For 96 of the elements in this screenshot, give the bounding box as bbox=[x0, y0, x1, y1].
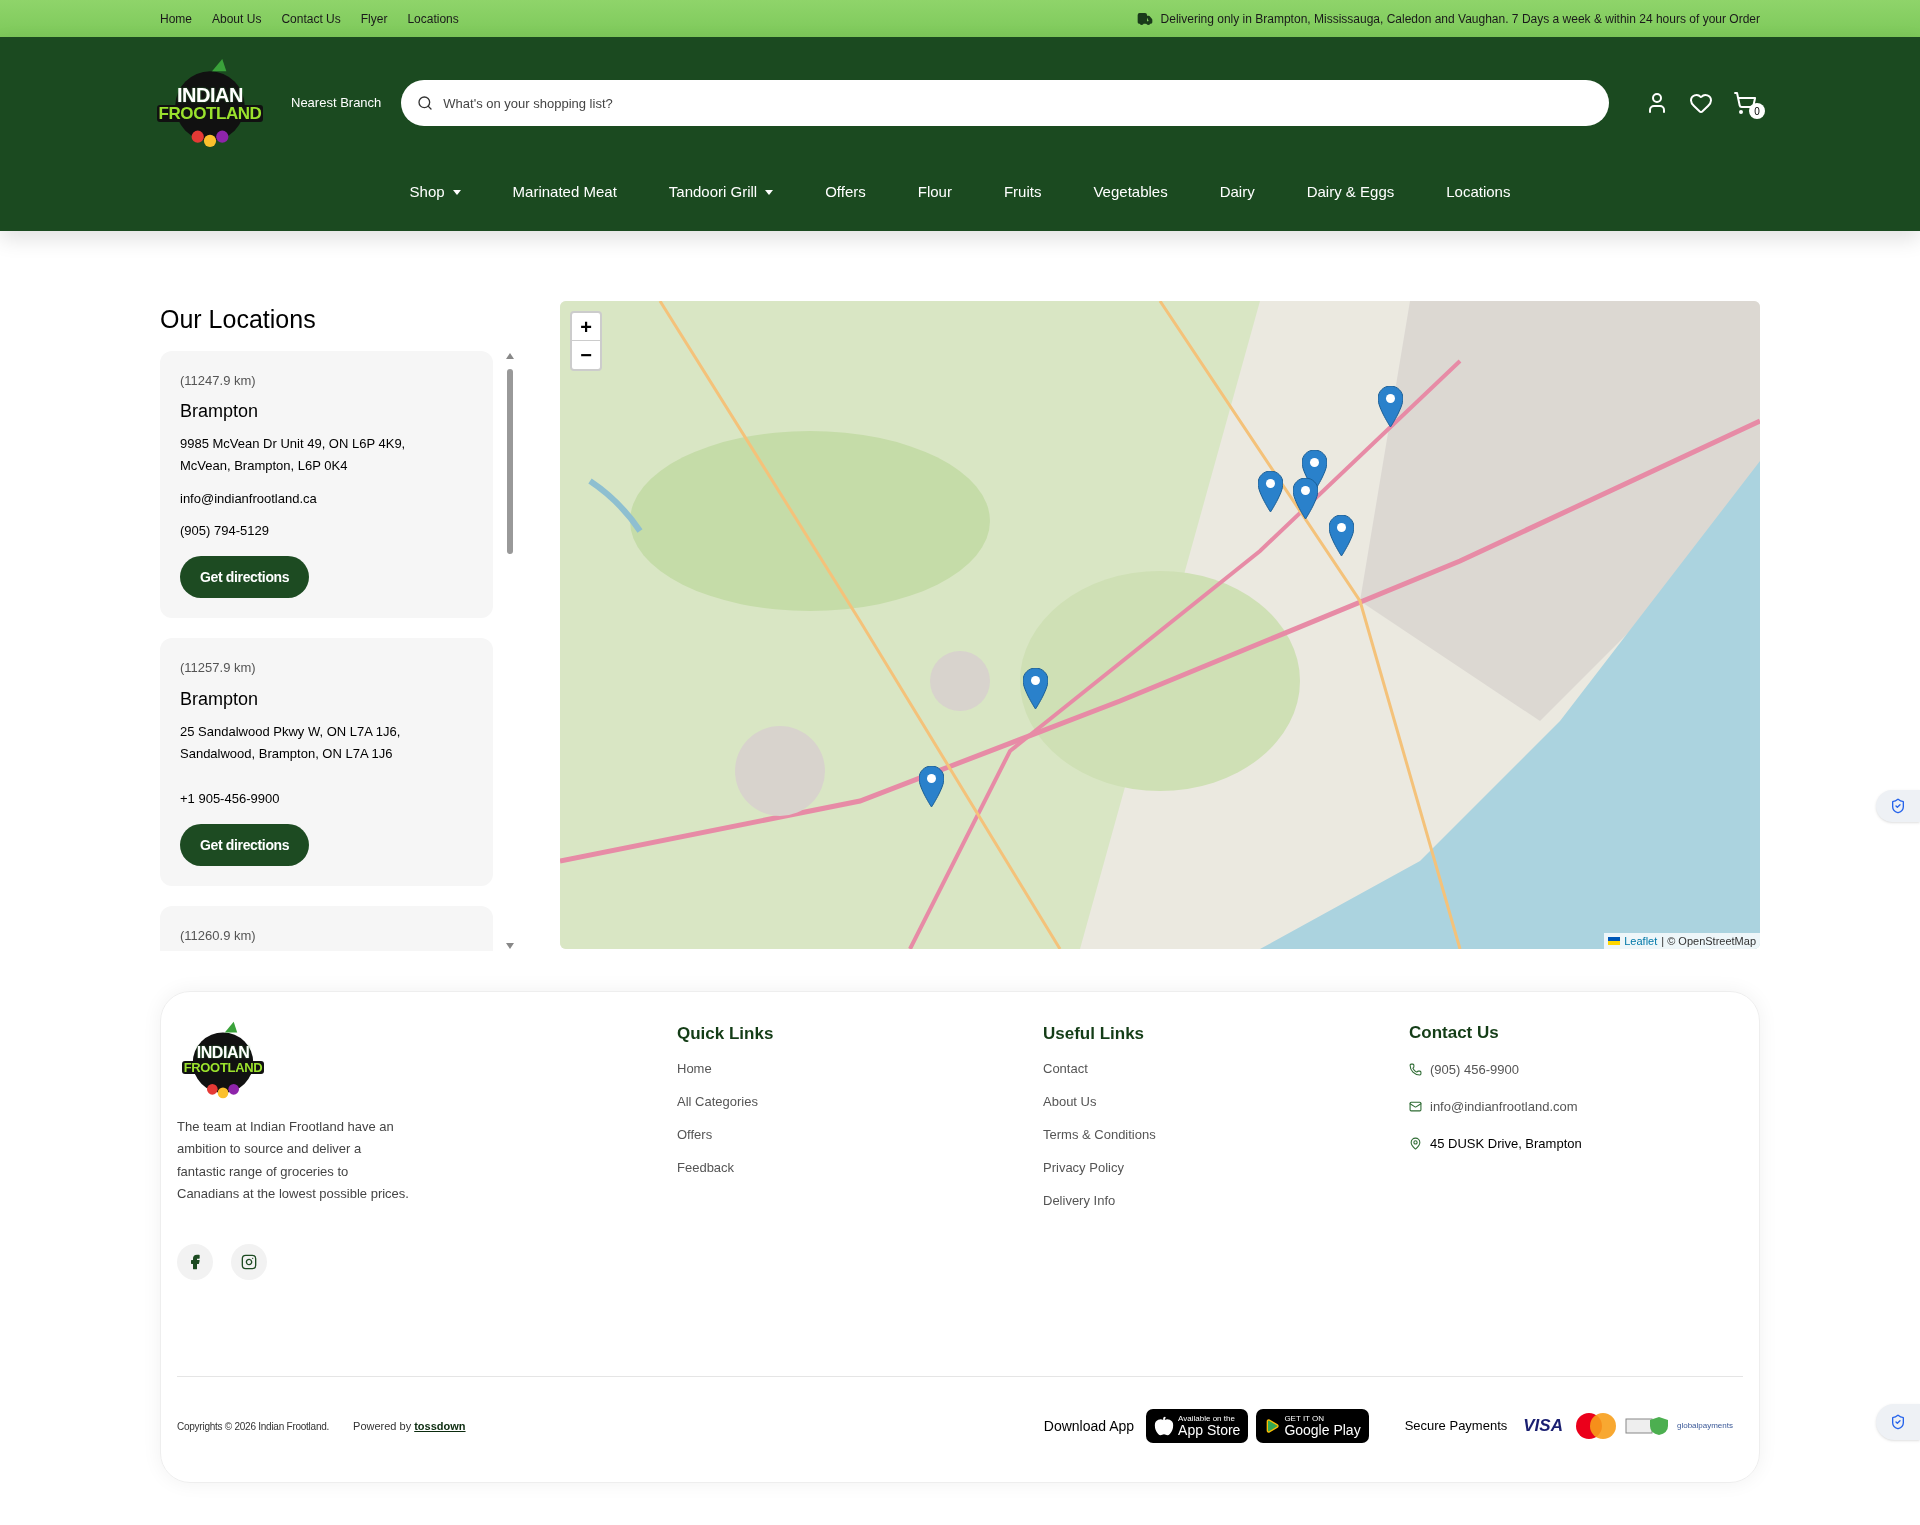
map-marker-icon[interactable] bbox=[1329, 515, 1354, 556]
shield-icon bbox=[1890, 798, 1906, 814]
delivery-notice: Delivering only in Brampton, Mississauga, Caledon and Vaughan. 7 Days a week & within 24 hours of your Order bbox=[1160, 10, 1760, 28]
top-bar-link[interactable]: Contact Us bbox=[281, 9, 341, 28]
nav-item[interactable]: Dairy & Eggs bbox=[1306, 181, 1395, 204]
nav-item[interactable]: Marinated Meat bbox=[512, 181, 617, 204]
contact-text: info@indianfrootland.com bbox=[1430, 1097, 1578, 1116]
map[interactable]: + − Leaflet | © OpenStreetMap bbox=[560, 301, 1760, 949]
shield-button[interactable] bbox=[1876, 790, 1920, 822]
footer-column-title: Contact Us bbox=[1409, 1021, 1500, 1044]
contact-text: 45 DUSK Drive, Brampton bbox=[1430, 1134, 1582, 1153]
nav-item[interactable]: Dairy bbox=[1219, 181, 1255, 204]
contact-text: (905) 456-9900 bbox=[1430, 1060, 1519, 1079]
footer-link[interactable]: Feedback bbox=[677, 1151, 1043, 1184]
footer-link[interactable]: Delivery Info bbox=[1043, 1184, 1409, 1217]
mastercard-icon bbox=[1574, 1412, 1617, 1440]
tossdown-link[interactable]: tossdown bbox=[414, 1419, 466, 1432]
shield-button[interactable] bbox=[1876, 1404, 1920, 1440]
mail-icon bbox=[1409, 1100, 1422, 1113]
map-marker-icon[interactable] bbox=[1023, 668, 1048, 709]
distance-text: (11257.9 km) bbox=[180, 659, 257, 677]
section-title: Our Locations bbox=[160, 304, 317, 335]
download-app-label: Download App bbox=[1043, 1416, 1135, 1436]
location-phone: (905) 794-5129 bbox=[180, 521, 270, 540]
zoom-out-button[interactable]: − bbox=[572, 341, 600, 369]
top-bar-link[interactable]: Locations bbox=[407, 9, 459, 28]
google-play-badge[interactable]: GET IT ON Google Play bbox=[1256, 1409, 1369, 1443]
facebook-button[interactable] bbox=[177, 1243, 213, 1280]
nav-item[interactable]: Locations bbox=[1446, 181, 1511, 204]
nav-item[interactable]: Shop bbox=[409, 181, 461, 204]
footer-column-title: Quick Links bbox=[677, 1022, 775, 1045]
logo[interactable]: INDIAN FROOTLAND bbox=[157, 57, 263, 149]
visa-logo: VISA bbox=[1523, 1415, 1563, 1438]
footer-link[interactable]: Offers bbox=[677, 1118, 1043, 1151]
nearest-branch-link[interactable]: Nearest Branch bbox=[291, 93, 382, 113]
top-bar-link[interactable]: Flyer bbox=[360, 9, 388, 28]
map-marker-icon[interactable] bbox=[1378, 386, 1403, 427]
shield-icon bbox=[1890, 1414, 1906, 1430]
copyright-text: Copyrights © 2026 Indian Frootland. bbox=[177, 1419, 330, 1434]
nav-item[interactable]: Offers bbox=[825, 181, 866, 204]
footer-link[interactable]: Privacy Policy bbox=[1043, 1151, 1409, 1184]
footer-link[interactable]: About Us bbox=[1043, 1085, 1409, 1118]
footer-link[interactable]: Contact bbox=[1043, 1052, 1409, 1085]
footer-column-title: Useful Links bbox=[1043, 1022, 1146, 1045]
phone-icon bbox=[1409, 1063, 1422, 1076]
security-badge-icon bbox=[1624, 1416, 1669, 1436]
badge-small-text: Available on the bbox=[1178, 1415, 1236, 1423]
location-address: 9985 McVean Dr Unit 49, ON L6P 4K9, McVean, Brampton, L6P 0K4 bbox=[180, 435, 407, 475]
get-directions-button[interactable]: Get directions bbox=[180, 556, 310, 598]
distance-text: (11260.9 km) bbox=[180, 927, 257, 945]
search-field[interactable]: What's on your shopping list? bbox=[401, 80, 1609, 126]
play-icon bbox=[1264, 1418, 1281, 1434]
distance-text: (11247.9 km) bbox=[180, 371, 257, 390]
badge-big-text: App Store bbox=[1178, 1423, 1241, 1437]
logo-text: INDIAN bbox=[177, 84, 243, 105]
location-name: Brampton bbox=[180, 400, 260, 423]
logo-text: FROOTLAND bbox=[181, 1061, 265, 1074]
app-store-badge[interactable]: Available on the App Store bbox=[1146, 1409, 1249, 1443]
secure-payments-label: Secure Payments bbox=[1404, 1417, 1508, 1436]
footer-link[interactable]: Home bbox=[677, 1052, 1043, 1085]
instagram-button[interactable] bbox=[231, 1243, 267, 1280]
map-pin-icon bbox=[1409, 1137, 1422, 1150]
top-bar-link[interactable]: About Us bbox=[212, 9, 262, 28]
badge-small-text: GET IT ON bbox=[1284, 1415, 1326, 1423]
map-marker-icon[interactable] bbox=[919, 766, 944, 807]
truck-icon bbox=[1136, 10, 1153, 27]
badge-big-text: Google Play bbox=[1284, 1423, 1361, 1437]
nav-item[interactable]: Fruits bbox=[1003, 181, 1042, 204]
powered-by-text: Powered by tossdown bbox=[353, 1418, 466, 1434]
footer-link[interactable]: All Categories bbox=[677, 1085, 1043, 1118]
top-bar-link[interactable]: Home bbox=[160, 9, 192, 28]
leaflet-link[interactable]: Leaflet bbox=[1624, 932, 1658, 949]
zoom-in-button[interactable]: + bbox=[572, 313, 600, 341]
logo[interactable]: INDIAN FROOTLAND bbox=[177, 1019, 269, 1100]
map-marker-icon[interactable] bbox=[1293, 478, 1318, 519]
logo-text: INDIAN bbox=[196, 1045, 250, 1061]
cart-count-badge: 0 bbox=[1749, 103, 1765, 119]
location-phone: +1 905-456-9900 bbox=[180, 789, 281, 808]
location-name: Brampton bbox=[180, 687, 260, 711]
nav-item[interactable]: Tandoori Grill bbox=[668, 181, 774, 204]
flag-icon bbox=[1608, 936, 1621, 945]
get-directions-button[interactable]: Get directions bbox=[180, 824, 310, 866]
location-address: 25 Sandalwood Pkwy W, ON L7A 1J6, Sandalwood, Brampton, ON L7A 1J6 bbox=[180, 722, 402, 763]
nav-item[interactable]: Vegetables bbox=[1093, 181, 1168, 204]
nav-item[interactable]: Flour bbox=[917, 181, 952, 204]
map-marker-icon[interactable] bbox=[1258, 471, 1283, 512]
apple-icon bbox=[1154, 1416, 1175, 1436]
heart-icon[interactable] bbox=[1689, 91, 1713, 115]
search-icon bbox=[417, 95, 434, 111]
location-email: info@indianfrootland.ca bbox=[180, 490, 318, 508]
instagram-icon bbox=[241, 1253, 257, 1270]
about-text: The team at Indian Frootland have an ambition to source and deliver a fantastic range of groceries to Canadians at the lowest possible prices. bbox=[177, 1117, 410, 1203]
footer-link[interactable]: Terms & Conditions bbox=[1043, 1118, 1409, 1151]
logo-text: FROOTLAND bbox=[156, 104, 264, 122]
attribution-text: | © OpenStreetMap bbox=[1661, 933, 1756, 949]
global-payments-logo: globalpayments bbox=[1676, 1420, 1733, 1432]
